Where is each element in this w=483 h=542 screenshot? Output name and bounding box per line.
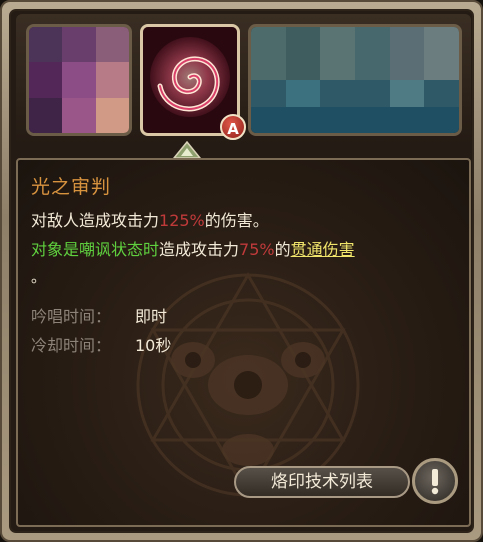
cooldown-value: 10秒 [135, 336, 172, 355]
imprint-tech-list-button[interactable]: 烙印技术列表 [234, 466, 410, 498]
condition-text: 对象是嘲讽状态时 [31, 240, 160, 259]
exclamation-icon [431, 469, 439, 495]
skill-description-line-1: 对敌人造成攻击力125%的伤害。 [31, 211, 269, 230]
cooldown-label: 冷却时间： [31, 336, 112, 355]
skill-slot-right[interactable] [248, 24, 462, 136]
skill-key-badge: A [220, 114, 246, 140]
skill-name: 光之审判 [31, 176, 112, 198]
skill-description-line-3: 。 [31, 268, 47, 286]
skill-tooltip-window: A 光之审判 对敌人造成攻击力125%的伤害。 对象是嘲讽状态时造成攻击力75%… [0, 0, 483, 542]
cast-time-value: 即时 [135, 307, 168, 326]
pixelated-skill-icon [251, 27, 459, 133]
keyword-link[interactable]: 贯通伤害 [291, 240, 355, 259]
cast-time-label: 吟唱时间： [31, 307, 112, 326]
damage-percent: 125% [159, 211, 205, 230]
skill-description-line-2: 对象是嘲讽状态时造成攻击力75%的贯通伤害 [31, 240, 355, 259]
selection-pointer-icon [173, 141, 201, 159]
skill-slot-strip: A [16, 14, 471, 146]
damage-percent: 75% [239, 240, 275, 259]
skill-description-panel: 光之审判 对敌人造成攻击力125%的伤害。 对象是嘲讽状态时造成攻击力75%的贯… [16, 158, 471, 527]
pixelated-skill-icon [29, 27, 129, 133]
info-button[interactable] [412, 458, 458, 504]
skill-slot-left[interactable] [26, 24, 132, 136]
